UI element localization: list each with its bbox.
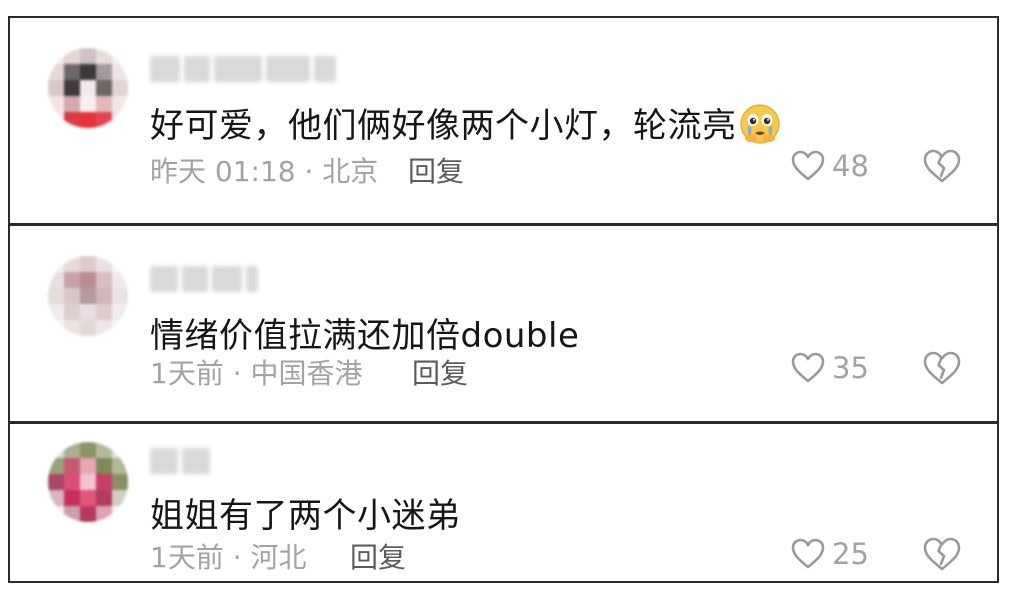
- like-button[interactable]: 48: [790, 146, 869, 186]
- heart-outline-icon: [791, 150, 825, 181]
- like-button[interactable]: 35: [790, 348, 869, 388]
- username-redacted[interactable]: [150, 56, 336, 82]
- heart-outline-icon: [791, 352, 825, 383]
- broken-heart-icon[interactable]: [922, 534, 962, 574]
- broken-heart-icon[interactable]: [922, 146, 962, 186]
- like-button[interactable]: 25: [790, 534, 869, 574]
- comment-meta: 昨天 01:18 · 北京: [150, 155, 379, 188]
- crying-face-emoji: [739, 104, 780, 144]
- avatar[interactable]: [48, 442, 128, 522]
- reply-button[interactable]: 回复: [412, 352, 468, 392]
- comment-item: 情绪价值拉满还加倍double 1天前 · 中国香港 回复 35: [8, 224, 999, 423]
- username-redacted[interactable]: [150, 448, 210, 474]
- like-count: 48: [832, 149, 869, 183]
- like-count: 25: [832, 537, 869, 571]
- comment-text: 情绪价值拉满还加倍double: [150, 316, 580, 356]
- comment-item: 姐姐有了两个小迷弟 1天前 · 河北 回复 25: [8, 422, 999, 583]
- like-count: 35: [832, 351, 869, 385]
- comment-meta: 1天前 · 中国香港: [150, 357, 363, 390]
- username-redacted[interactable]: [150, 266, 258, 292]
- heart-outline-icon: [791, 538, 825, 569]
- comment-text: 好可爱，他们俩好像两个小灯，轮流亮: [150, 98, 781, 147]
- comment-meta: 1天前 · 河北: [150, 541, 307, 574]
- comment-text: 姐姐有了两个小迷弟: [150, 496, 461, 536]
- reply-button[interactable]: 回复: [408, 150, 464, 190]
- reply-button[interactable]: 回复: [350, 536, 406, 576]
- avatar[interactable]: [48, 256, 128, 336]
- comment-item: 好可爱，他们俩好像两个小灯，轮流亮 昨天 01:18 · 北京 回复 48: [8, 16, 999, 225]
- avatar[interactable]: [48, 48, 128, 128]
- broken-heart-icon[interactable]: [922, 348, 962, 388]
